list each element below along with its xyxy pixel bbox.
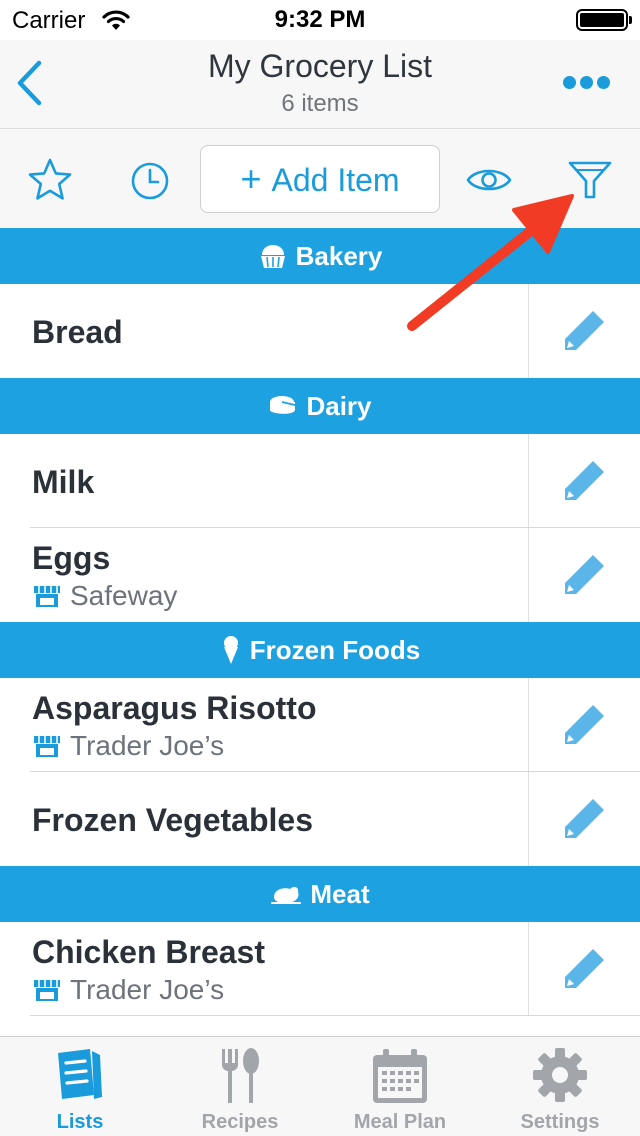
item-store: Trader Joe’s xyxy=(32,974,224,1006)
tab-label: Settings xyxy=(520,1111,600,1133)
store-icon xyxy=(34,586,60,607)
list-item[interactable]: Chicken Breast Trader Joe’s xyxy=(0,922,640,1016)
tab-label: Meal Plan xyxy=(353,1111,447,1133)
edit-item-button[interactable] xyxy=(528,772,640,866)
nav-bar: My Grocery List 6 items xyxy=(0,40,640,128)
list-item[interactable]: Frozen Vegetables xyxy=(0,772,640,866)
list-item[interactable]: Milk xyxy=(0,434,640,528)
edit-item-button[interactable] xyxy=(528,284,640,378)
visibility-eye-icon[interactable] xyxy=(466,165,512,195)
fork-spoon-icon xyxy=(222,1048,259,1103)
row-divider xyxy=(30,1015,640,1016)
section-header-meat[interactable]: Meat xyxy=(0,866,640,922)
list-icon xyxy=(58,1049,102,1099)
ice-cream-icon xyxy=(223,636,238,664)
item-count: 6 items xyxy=(281,90,359,117)
cheese-icon xyxy=(270,396,296,414)
add-item-button[interactable]: + Add Item xyxy=(200,145,440,213)
store-icon xyxy=(34,980,60,1001)
list-item[interactable]: Asparagus Risotto Trader Joe’s xyxy=(0,678,640,772)
pencil-icon xyxy=(565,311,604,350)
item-name: Milk xyxy=(32,464,95,500)
section-header-frozen-foods[interactable]: Frozen Foods xyxy=(0,622,640,678)
status-bar: Carrier 9:32 PM xyxy=(0,0,640,40)
edit-item-button[interactable] xyxy=(528,922,640,1016)
edit-item-button[interactable] xyxy=(528,678,640,772)
poultry-icon xyxy=(271,886,302,904)
pencil-icon xyxy=(565,461,604,500)
battery-icon xyxy=(576,9,632,31)
item-name: Eggs xyxy=(32,540,111,576)
section-header-bakery[interactable]: Bakery xyxy=(0,228,640,284)
item-name: Asparagus Risotto xyxy=(32,690,317,726)
edit-item-button[interactable] xyxy=(528,528,640,622)
store-name: Safeway xyxy=(70,580,178,611)
add-item-label: Add Item xyxy=(271,162,400,198)
edit-item-button[interactable] xyxy=(528,434,640,528)
tab-bar: Lists Recipes Meal Plan Settings xyxy=(0,1036,640,1136)
item-store: Safeway xyxy=(32,580,177,612)
favorites-star-icon[interactable] xyxy=(26,157,74,203)
tab-meal-plan[interactable]: Meal Plan xyxy=(320,1037,480,1136)
tab-recipes[interactable]: Recipes xyxy=(160,1037,320,1136)
section-title: Frozen Foods xyxy=(249,635,421,665)
pencil-icon xyxy=(565,799,604,838)
section-title: Meat xyxy=(310,879,370,909)
history-clock-icon[interactable] xyxy=(130,161,170,201)
section-title: Bakery xyxy=(295,241,383,271)
store-icon xyxy=(34,736,60,757)
section-header-dairy[interactable]: Dairy xyxy=(0,378,640,434)
pencil-icon xyxy=(565,555,604,594)
tab-label: Recipes xyxy=(201,1111,279,1133)
item-name: Bread xyxy=(32,314,123,350)
filter-funnel-icon[interactable] xyxy=(566,159,614,201)
list-item[interactable]: Bread xyxy=(0,284,640,378)
plus-icon: + xyxy=(240,158,262,199)
tab-label: Lists xyxy=(56,1111,104,1133)
tab-lists[interactable]: Lists xyxy=(0,1037,160,1136)
section-title: Dairy xyxy=(306,391,372,421)
pencil-icon xyxy=(565,705,604,744)
gear-icon xyxy=(533,1048,587,1102)
item-store: Trader Joe’s xyxy=(32,730,224,762)
tab-settings[interactable]: Settings xyxy=(480,1037,640,1136)
list-title: My Grocery List xyxy=(207,48,433,84)
list-item[interactable]: Eggs Safeway xyxy=(0,528,640,622)
item-name: Chicken Breast xyxy=(32,934,265,970)
item-name: Frozen Vegetables xyxy=(32,802,313,838)
store-name: Trader Joe’s xyxy=(70,730,225,761)
store-name: Trader Joe’s xyxy=(70,974,225,1005)
calendar-icon xyxy=(373,1049,427,1103)
pencil-icon xyxy=(565,949,604,988)
status-time: 9:32 PM xyxy=(274,6,366,33)
more-options-icon[interactable] xyxy=(563,76,610,90)
toolbar: + Add Item xyxy=(0,128,640,228)
cake-icon xyxy=(260,245,285,268)
